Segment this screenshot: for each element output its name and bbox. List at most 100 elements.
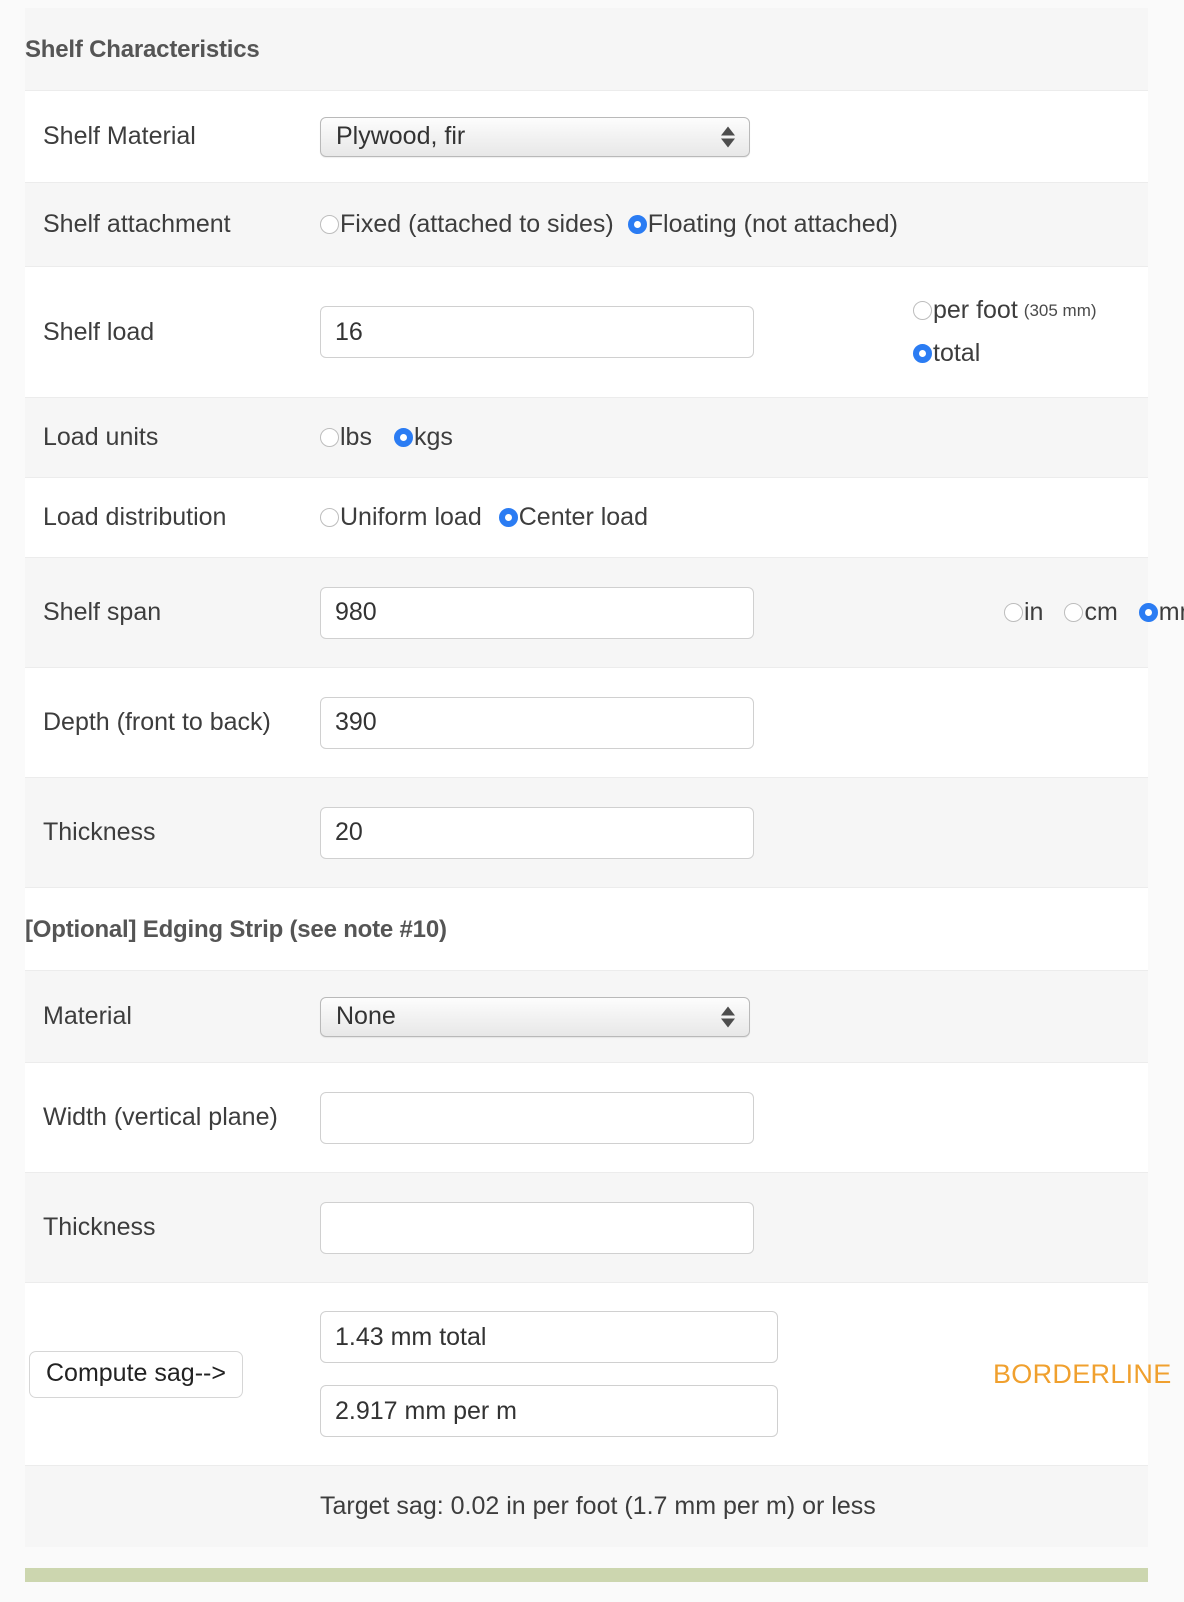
edging-width-input[interactable] [320, 1091, 754, 1144]
label-shelf-load: Shelf load [43, 317, 155, 346]
row-load-units: Load units lbs kgs [25, 398, 1148, 478]
radio-label-in: in [1024, 598, 1044, 626]
radio-label-floating: Floating (not attached) [647, 210, 898, 238]
status-badge-verdict: BORDERLINE [993, 1358, 1172, 1389]
label-thickness: Thickness [43, 818, 156, 847]
radio-option-total[interactable]: total [913, 339, 1097, 368]
section-header-shelf-characteristics: Shelf Characteristics [25, 8, 1148, 91]
row-thickness: Thickness [25, 778, 1148, 888]
verdict-cell: BORDERLINE [890, 1359, 1172, 1390]
row-edging-thickness: Thickness [25, 1173, 1148, 1283]
row-load-distribution: Load distribution Uniform load Center lo… [25, 478, 1148, 558]
radio-mm-icon[interactable] [1138, 603, 1158, 622]
radio-in-icon[interactable] [1004, 603, 1023, 622]
radio-option-lbs[interactable]: lbs [320, 423, 372, 452]
radio-option-mm[interactable]: mm [1138, 598, 1184, 627]
radio-option-floating[interactable]: Floating (not attached) [627, 210, 898, 239]
section-title-edging-strip: [Optional] Edging Strip (see note #10) [25, 916, 447, 943]
radio-label-cm: cm [1084, 598, 1118, 626]
section-header-edging-strip: [Optional] Edging Strip (see note #10) [25, 888, 1148, 971]
extra-shelf-span-units: in cm mm [890, 598, 1184, 627]
label-depth: Depth (front to back) [43, 708, 271, 737]
edging-thickness-input[interactable] [320, 1201, 754, 1254]
label-shelf-attachment: Shelf attachment [43, 210, 231, 239]
radio-option-center-load[interactable]: Center load [498, 503, 648, 532]
radio-cm-icon[interactable] [1064, 603, 1084, 622]
radio-label-lbs: lbs [340, 423, 372, 451]
field-depth [320, 696, 890, 749]
calculator-form-table: Shelf Characteristics Shelf Material Ply… [25, 8, 1184, 1547]
edging-material-select[interactable]: None [320, 996, 750, 1037]
result-total-output [320, 1311, 778, 1363]
row-depth: Depth (front to back) [25, 668, 1148, 778]
field-thickness [320, 806, 890, 859]
label-shelf-material: Shelf Material [43, 122, 196, 151]
radio-label-kgs: kgs [413, 423, 453, 451]
section-title-shelf-characteristics: Shelf Characteristics [25, 36, 260, 63]
target-sag-text: Target sag: 0.02 in per foot (1.7 mm per… [320, 1492, 876, 1520]
label-load-distribution: Load distribution [43, 503, 227, 532]
label-edging-width: Width (vertical plane) [43, 1103, 278, 1132]
extra-shelf-load: per foot (305 mm) total [890, 296, 1148, 368]
row-edging-material: Material None [25, 971, 1148, 1063]
row-compute-sag: Compute sag--> BORDERLINE [25, 1283, 1171, 1466]
radio-lbs-icon[interactable] [320, 428, 339, 447]
row-shelf-attachment: Shelf attachment Fixed (attached to side… [25, 183, 1148, 267]
radio-option-per-foot[interactable]: per foot (305 mm) [913, 296, 1097, 325]
result-per-meter-output [320, 1385, 778, 1437]
radio-label-mm: mm [1158, 598, 1184, 626]
field-edging-material: None [320, 996, 890, 1037]
compute-sag-button[interactable]: Compute sag--> [29, 1350, 243, 1398]
radio-center-load-icon[interactable] [498, 508, 518, 527]
radio-kgs-icon[interactable] [393, 428, 413, 447]
radio-label-per-foot: per foot [933, 296, 1018, 324]
radio-label-uniform-load: Uniform load [340, 503, 482, 531]
radio-option-cm[interactable]: cm [1064, 598, 1118, 627]
shelf-span-units-radio-group: in cm mm [1004, 598, 1184, 627]
radio-per-foot-icon[interactable] [913, 301, 932, 320]
thickness-input[interactable] [320, 806, 754, 859]
depth-input[interactable] [320, 696, 754, 749]
shelf-load-mode-radio-group: per foot (305 mm) total [913, 296, 1111, 368]
radio-uniform-load-icon[interactable] [320, 508, 339, 527]
shelf-load-input[interactable] [320, 306, 754, 358]
compute-results-cell [320, 1289, 890, 1459]
field-shelf-load [320, 306, 890, 358]
target-sag-text-cell: Target sag: 0.02 in per foot (1.7 mm per… [320, 1466, 1148, 1547]
row-shelf-material: Shelf Material Plywood, fir [25, 91, 1148, 183]
load-units-radio-group: lbs kgs [320, 423, 1148, 452]
shelf-sag-calculator-page: Shelf Characteristics Shelf Material Ply… [0, 0, 1184, 1602]
radio-label-total: total [933, 339, 981, 367]
compute-results-column [320, 1289, 890, 1459]
radio-option-in[interactable]: in [1004, 598, 1043, 627]
row-shelf-span: Shelf span in cm mm [25, 558, 1184, 668]
compute-sag-button-cell: Compute sag--> [25, 1350, 320, 1398]
field-edging-thickness [320, 1201, 890, 1254]
label-edging-thickness: Thickness [43, 1213, 156, 1242]
radio-label-center-load: Center load [518, 503, 648, 531]
row-shelf-load: Shelf load per foot (305 mm) total [25, 267, 1148, 398]
shelf-span-input[interactable] [320, 586, 754, 639]
load-distribution-radio-group: Uniform load Center load [320, 503, 1148, 532]
label-shelf-span: Shelf span [43, 598, 162, 627]
field-shelf-span [320, 586, 890, 639]
row-target-sag: Target sag: 0.02 in per foot (1.7 mm per… [25, 1466, 1148, 1547]
edging-material-select-value: None [336, 1002, 396, 1030]
shelf-material-select[interactable]: Plywood, fir [320, 116, 750, 157]
field-shelf-material: Plywood, fir [320, 116, 890, 157]
radio-sublabel-per-foot: (305 mm) [1023, 300, 1097, 320]
radio-option-kgs[interactable]: kgs [393, 423, 453, 452]
field-load-distribution: Uniform load Center load [320, 503, 1148, 532]
bottom-green-bar [25, 1568, 1148, 1582]
radio-option-fixed[interactable]: Fixed (attached to sides) [320, 210, 614, 239]
radio-fixed-icon[interactable] [320, 215, 339, 234]
shelf-attachment-radio-group: Fixed (attached to sides) Floating (not … [320, 210, 1148, 239]
radio-option-uniform-load[interactable]: Uniform load [320, 503, 482, 532]
select-stepper-icon [721, 126, 735, 147]
select-stepper-icon [721, 1006, 735, 1027]
radio-label-fixed: Fixed (attached to sides) [340, 210, 614, 238]
shelf-material-select-value: Plywood, fir [336, 122, 466, 150]
radio-floating-icon[interactable] [627, 215, 647, 234]
radio-total-icon[interactable] [913, 344, 932, 363]
row-edging-width: Width (vertical plane) [25, 1063, 1148, 1173]
